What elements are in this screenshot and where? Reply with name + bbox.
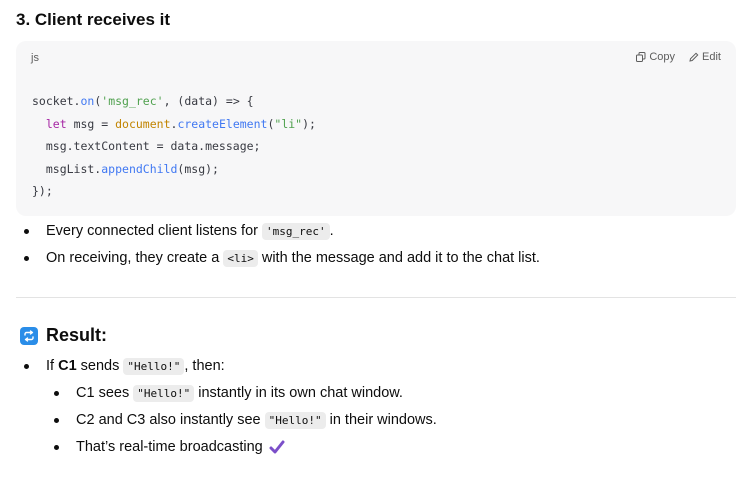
inline-code: "Hello!" bbox=[133, 385, 195, 402]
code-block: js Copy Edit socket.on('msg_rec', (data)… bbox=[16, 41, 736, 216]
edit-button[interactable]: Edit bbox=[689, 51, 721, 63]
list-item: C2 and C3 also instantly see "Hello!" in… bbox=[54, 408, 437, 435]
edit-label: Edit bbox=[702, 51, 721, 63]
repeat-icon bbox=[20, 326, 38, 345]
divider bbox=[16, 297, 736, 298]
check-mark-icon bbox=[269, 440, 285, 454]
result-sub-list: C1 sees "Hello!" instantly in its own ch… bbox=[54, 381, 437, 462]
result-title: Result: bbox=[46, 325, 108, 345]
list-item: C1 sees "Hello!" instantly in its own ch… bbox=[54, 381, 437, 408]
pencil-icon bbox=[689, 52, 699, 62]
list-item: Every connected client listens for 'msg_… bbox=[24, 219, 540, 246]
code-content: socket.on('msg_rec', (data) => { let msg… bbox=[32, 90, 316, 203]
result-list: If C1 sends "Hello!", then: bbox=[24, 354, 225, 381]
inline-code: "Hello!" bbox=[264, 412, 326, 429]
explanation-list: Every connected client listens for 'msg_… bbox=[24, 219, 540, 273]
inline-code: <li> bbox=[223, 250, 258, 267]
code-line: msg.textContent = data.message; bbox=[32, 139, 261, 153]
list-item: If C1 sends "Hello!", then: bbox=[24, 354, 225, 381]
section-heading: 3. Client receives it bbox=[16, 10, 171, 29]
client-name: C1 bbox=[58, 358, 77, 374]
inline-code: 'msg_rec' bbox=[262, 223, 330, 240]
copy-icon bbox=[636, 52, 646, 62]
code-actions: Copy Edit bbox=[636, 51, 721, 63]
list-item: That’s real-time broadcasting bbox=[54, 435, 437, 462]
code-line: let msg = document.createElement("li"); bbox=[45, 116, 316, 131]
code-line: }); bbox=[32, 184, 53, 198]
code-language-label: js bbox=[31, 52, 39, 64]
code-line: socket.on('msg_rec', (data) => { bbox=[32, 94, 254, 108]
result-heading: Result: bbox=[20, 325, 107, 346]
code-line: msgList.appendChild(msg); bbox=[32, 161, 219, 176]
copy-button[interactable]: Copy bbox=[636, 51, 675, 63]
list-item: On receiving, they create a <li> with th… bbox=[24, 246, 540, 273]
inline-code: "Hello!" bbox=[123, 358, 185, 375]
copy-label: Copy bbox=[649, 51, 676, 63]
